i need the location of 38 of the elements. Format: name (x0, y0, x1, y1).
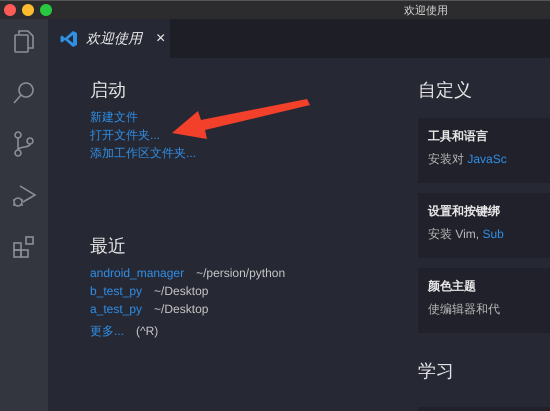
extensions-icon[interactable] (12, 235, 36, 259)
more-link[interactable]: 更多... (90, 322, 124, 340)
card-title: 颜色主题 (428, 278, 476, 295)
minimize-window-button[interactable] (22, 4, 34, 16)
search-icon[interactable] (12, 81, 36, 105)
start-link[interactable]: 新建文件 (90, 108, 138, 126)
language-link[interactable]: Sub (482, 227, 504, 241)
vscode-logo-icon (60, 30, 78, 48)
section-heading: 自定义 (418, 79, 473, 102)
card-description: 安装对 JavaSc (428, 151, 507, 168)
close-window-button[interactable] (4, 4, 16, 16)
customize-card[interactable]: 工具和语言 安装对 JavaSc (418, 118, 550, 183)
shortcut-hint: (^R) (136, 323, 158, 340)
card-description: 安装 Vim, Sub (428, 226, 504, 243)
recent-folder-link[interactable]: a_test_py (90, 300, 142, 318)
section-heading: 启动 (90, 79, 127, 102)
start-link[interactable]: 打开文件夹... (90, 126, 160, 144)
start-link[interactable]: 添加工作区文件夹... (90, 144, 196, 162)
folder-path: ~/Desktop (154, 301, 208, 318)
section-heading: 学习 (418, 360, 455, 383)
branch-icon[interactable] (13, 131, 35, 157)
window-title: 欢迎使用 (404, 4, 448, 18)
editor-tab[interactable]: 欢迎使用 × (48, 19, 170, 58)
run-debug-icon[interactable] (11, 183, 37, 209)
recent-folder-link[interactable]: android_manager (90, 264, 184, 282)
card-description: 使编辑器和代 (428, 301, 500, 318)
section-heading: 最近 (90, 235, 127, 258)
files-icon[interactable] (12, 29, 36, 55)
folder-path: ~/Desktop (154, 283, 208, 300)
zoom-window-button[interactable] (40, 4, 52, 16)
language-link[interactable]: JavaSc (467, 152, 507, 166)
recent-folder-link[interactable]: b_test_py (90, 282, 142, 300)
close-tab-button[interactable]: × (156, 30, 166, 48)
card-title: 设置和按键绑 (428, 203, 500, 220)
customize-card[interactable]: 颜色主题 使编辑器和代 (418, 268, 550, 333)
folder-path: ~/persion/python (196, 265, 286, 282)
card-title: 工具和语言 (428, 128, 488, 145)
customize-card[interactable]: 设置和按键绑 安装 Vim, Sub (418, 193, 550, 258)
